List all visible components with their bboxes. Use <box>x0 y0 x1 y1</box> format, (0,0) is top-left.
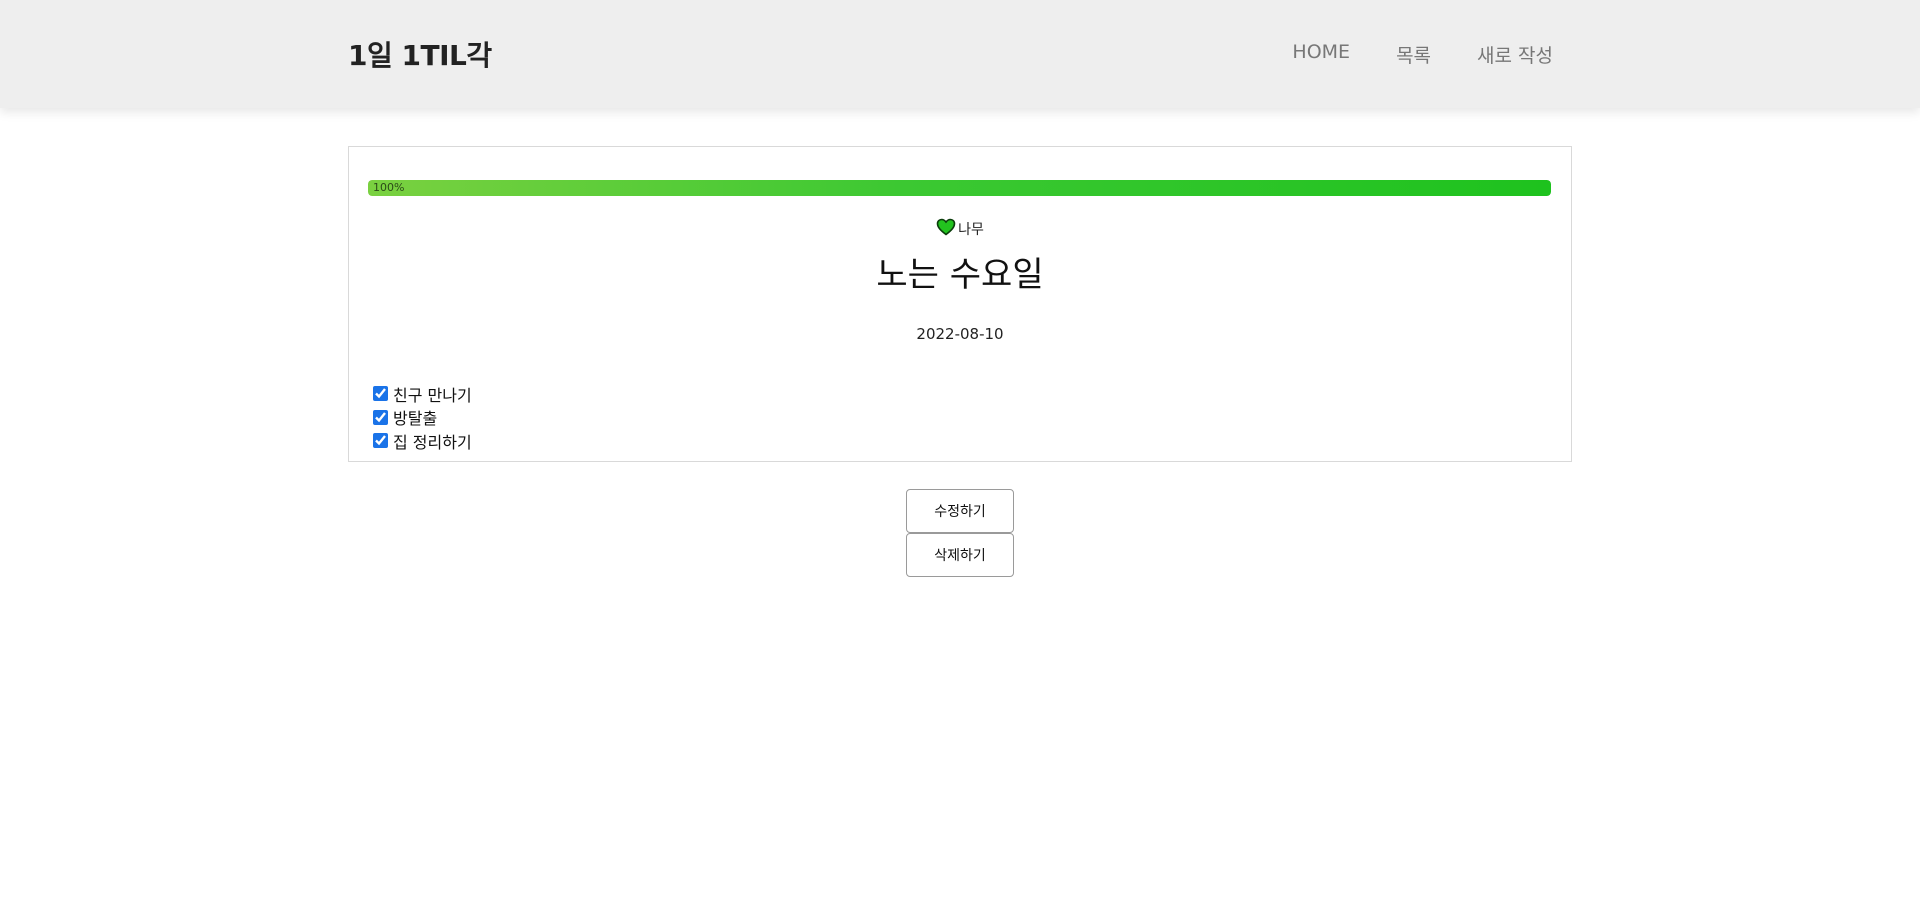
todo-label: 친구 만나기 <box>393 385 472 405</box>
top-header: 1일 1TIL각 HOME 목록 새로 작성 <box>0 0 1920 108</box>
edit-button[interactable]: 수정하기 <box>906 489 1014 533</box>
post-title: 노는 수요일 <box>876 255 1044 295</box>
todo-checkbox[interactable] <box>373 386 388 402</box>
todo-list: 친구 만나기 방탈출 집 정리하기 <box>373 382 472 453</box>
todo-item[interactable]: 방탈출 <box>373 406 472 430</box>
brand-logo[interactable]: 1일 1TIL각 <box>348 34 492 74</box>
author-line: 나무 <box>349 218 1571 240</box>
action-buttons: 수정하기 삭제하기 <box>906 489 1014 577</box>
todo-item[interactable]: 집 정리하기 <box>373 429 472 453</box>
progress-fill: 100% <box>368 180 1551 196</box>
progress-bar: 100% <box>368 180 1551 196</box>
todo-label: 방탈출 <box>393 409 438 429</box>
author-name: 나무 <box>958 222 984 238</box>
post-date: 2022-08-10 <box>916 325 1004 343</box>
todo-label: 집 정리하기 <box>393 432 472 452</box>
post-card: 100% 나무 노는 수요일 2022-08-10 친구 만나기 방탈출 집 정… <box>348 146 1572 462</box>
nav-new-post[interactable]: 새로 작성 <box>1477 41 1553 68</box>
todo-checkbox[interactable] <box>373 409 388 425</box>
heart-icon <box>936 218 956 240</box>
nav-home[interactable]: HOME <box>1292 41 1350 68</box>
nav-list[interactable]: 목록 <box>1396 41 1431 68</box>
todo-item[interactable]: 친구 만나기 <box>373 382 472 406</box>
progress-label: 100% <box>373 181 405 194</box>
delete-button[interactable]: 삭제하기 <box>906 533 1014 577</box>
main-nav: HOME 목록 새로 작성 <box>1292 41 1553 68</box>
todo-checkbox[interactable] <box>373 433 388 449</box>
